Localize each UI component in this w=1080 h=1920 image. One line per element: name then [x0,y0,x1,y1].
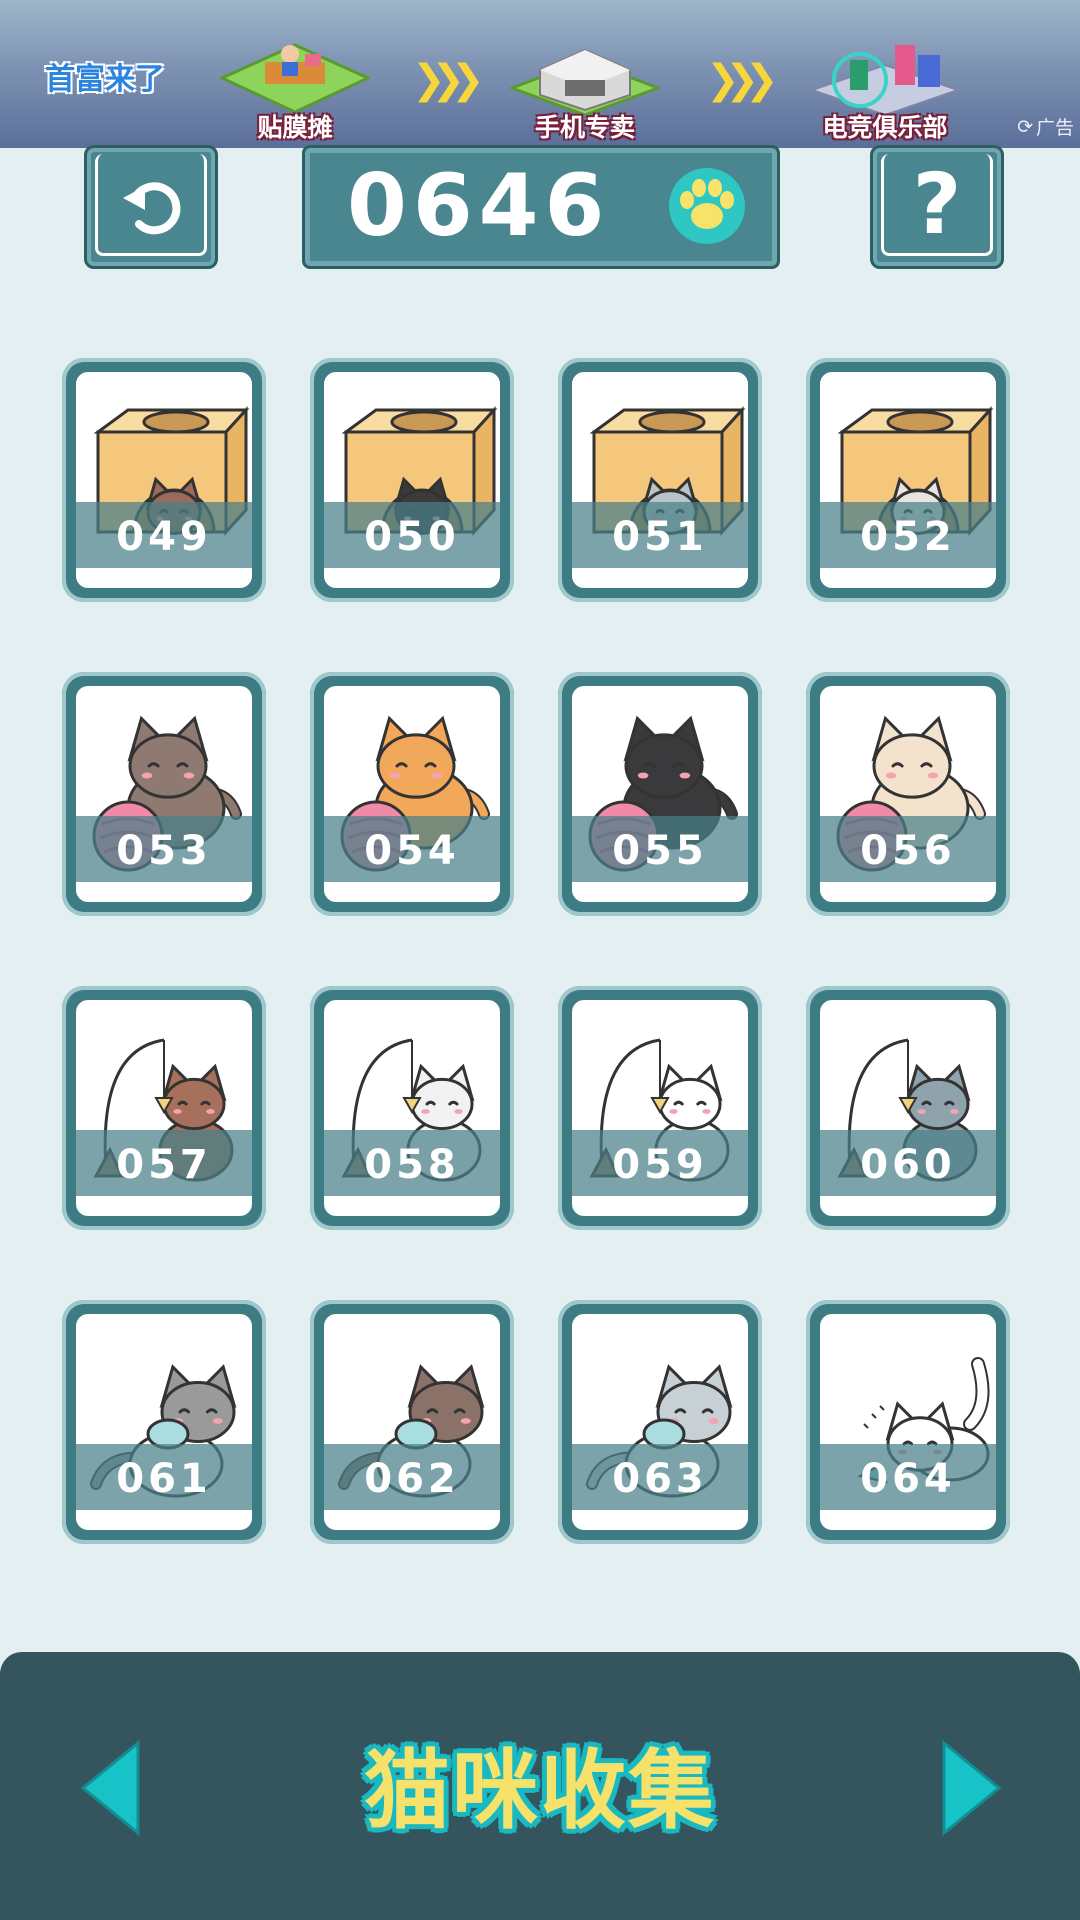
cat-card-number: 056 [860,828,956,874]
cat-card[interactable]: 054 [310,672,514,916]
cat-card-face: 049 [76,372,252,588]
cat-card-number: 053 [116,828,212,874]
cat-card-face: 058 [324,1000,500,1216]
cat-card-face: 056 [820,686,996,902]
bottom-bar: 猫咪收集 [0,1652,1080,1920]
cat-card-number: 059 [612,1142,708,1188]
cat-card[interactable]: 062 [310,1300,514,1544]
cat-card-face: 057 [76,1000,252,1216]
cat-collection-grid: 049 050 051 052 053 054 055 056 057 058 059 060 061 0… [0,0,1080,1600]
cat-card-face: 062 [324,1314,500,1530]
cat-card[interactable]: 049 [62,358,266,602]
cat-card-number: 060 [860,1142,956,1188]
cat-card-number: 057 [116,1142,212,1188]
cat-card-face: 063 [572,1314,748,1530]
triangle-right-icon[interactable] [934,1738,1004,1838]
cat-card[interactable]: 051 [558,358,762,602]
cat-card-face: 060 [820,1000,996,1216]
cat-card-number: 055 [612,828,708,874]
cat-card-number: 064 [860,1456,956,1502]
cat-card-face: 054 [324,686,500,902]
cat-card[interactable]: 050 [310,358,514,602]
cat-card[interactable]: 055 [558,672,762,916]
cat-card[interactable]: 063 [558,1300,762,1544]
cat-card[interactable]: 052 [806,358,1010,602]
cat-card-face: 053 [76,686,252,902]
cat-card[interactable]: 064 [806,1300,1010,1544]
cat-card[interactable]: 057 [62,986,266,1230]
cat-card-number: 061 [116,1456,212,1502]
cat-card-face: 059 [572,1000,748,1216]
cat-card-face: 052 [820,372,996,588]
cat-card-number: 049 [116,514,212,560]
cat-card[interactable]: 059 [558,986,762,1230]
cat-card-face: 061 [76,1314,252,1530]
cat-card-number: 051 [612,514,708,560]
cat-card[interactable]: 056 [806,672,1010,916]
triangle-left-icon[interactable] [78,1738,148,1838]
cat-card[interactable]: 061 [62,1300,266,1544]
cat-card[interactable]: 053 [62,672,266,916]
cat-card-face: 064 [820,1314,996,1530]
cat-card-number: 058 [364,1142,460,1188]
cat-card-number: 052 [860,514,956,560]
cat-card-face: 051 [572,372,748,588]
page-title: 猫咪收集 [364,1740,716,1841]
cat-card-number: 063 [612,1456,708,1502]
cat-card[interactable]: 058 [310,986,514,1230]
cat-card-number: 054 [364,828,460,874]
cat-card[interactable]: 060 [806,986,1010,1230]
cat-card-number: 062 [364,1456,460,1502]
cat-card-number: 050 [364,514,460,560]
cat-card-face: 055 [572,686,748,902]
cat-card-face: 050 [324,372,500,588]
